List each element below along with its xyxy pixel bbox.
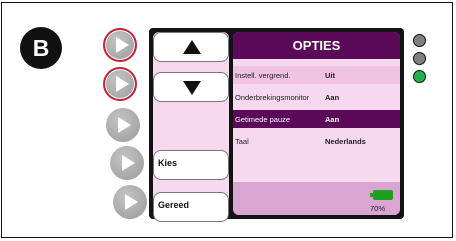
option-value: Uit [325, 71, 335, 80]
arrow-up-icon [183, 40, 201, 54]
gereed-label: Gereed [158, 200, 190, 210]
status-led-2 [413, 52, 426, 65]
arrow-down-icon [183, 81, 201, 95]
option-label: Onderbrekingsmonitor [235, 93, 310, 102]
figure-label-badge: B [20, 27, 62, 69]
status-led-1 [413, 34, 426, 47]
gereed-softkey[interactable]: Gereed [153, 192, 229, 222]
option-label: Instell. vergrend. [235, 71, 291, 80]
option-value: Aan [325, 115, 340, 124]
hardware-button-3[interactable] [106, 108, 140, 142]
scroll-up-softkey[interactable] [153, 32, 229, 62]
softkey-panel: Kies Gereed [153, 32, 229, 222]
hardware-button-kies[interactable] [110, 146, 144, 180]
screen-title: OPTIES [233, 32, 400, 59]
option-label: Taal [235, 137, 249, 146]
option-row[interactable]: Onderbrekingsmonitor Aan [233, 88, 400, 106]
kies-label: Kies [158, 158, 178, 168]
play-arrow-icon [125, 194, 138, 210]
option-value: Aan [325, 93, 340, 102]
hardware-button-down[interactable] [103, 67, 137, 101]
status-led-3 [413, 70, 426, 83]
kies-softkey[interactable]: Kies [153, 150, 229, 180]
hardware-button-gereed[interactable] [113, 185, 147, 219]
option-row[interactable]: Instell. vergrend. Uit [233, 66, 400, 84]
option-value: Nederlands [325, 137, 366, 146]
play-arrow-icon [116, 37, 129, 53]
status-bar: 70% [233, 182, 400, 215]
play-arrow-icon [116, 76, 129, 92]
battery-percent: 70% [370, 204, 386, 213]
option-row[interactable]: Taal Nederlands [233, 132, 400, 150]
scroll-down-softkey[interactable] [153, 72, 229, 102]
hardware-button-up[interactable] [103, 28, 137, 62]
play-arrow-icon [118, 117, 131, 133]
options-panel: OPTIES Instell. vergrend. Uit Onderbreki… [233, 32, 400, 215]
battery-icon [370, 190, 393, 200]
option-row-selected[interactable]: Getimede pauze Aan [233, 110, 400, 128]
option-label: Getimede pauze [235, 115, 291, 124]
device-screen: Kies Gereed OPTIES Instell. vergrend. Ui… [149, 28, 404, 222]
play-arrow-icon [122, 155, 135, 171]
